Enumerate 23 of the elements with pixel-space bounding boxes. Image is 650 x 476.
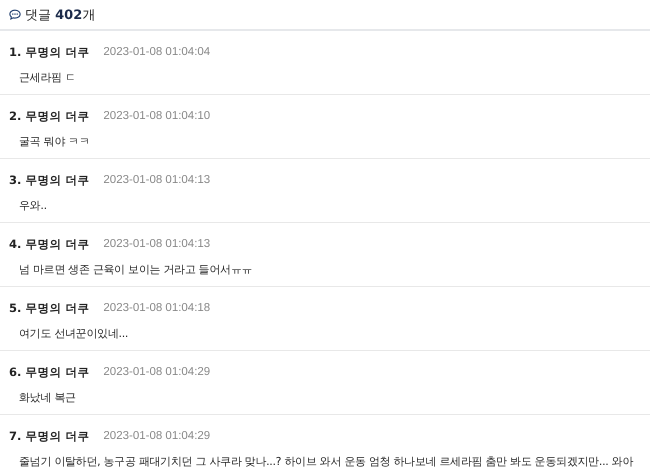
comment-time: 2023-01-08 01:04:29 [103, 366, 210, 378]
comment-author: 3. 무명의 더쿠 [9, 172, 90, 188]
comment-author: 2. 무명의 더쿠 [9, 108, 90, 124]
comment-time: 2023-01-08 01:04:10 [103, 110, 210, 122]
comment-time: 2023-01-08 01:04:29 [103, 430, 210, 442]
comment-text: 넘 마르면 생존 근육이 보이는 거라고 들어서ㅠㅠ [19, 263, 252, 276]
comment-time: 2023-01-08 01:04:13 [103, 174, 210, 186]
comment-author: 7. 무명의 더쿠 [9, 428, 90, 444]
comment-time: 2023-01-08 01:04:13 [103, 238, 210, 250]
comment-time: 2023-01-08 01:04:04 [103, 46, 210, 58]
comment-count: 댓글 402개 [25, 6, 96, 24]
comment-text: 화났네 복근 [19, 391, 76, 404]
comment-author: 1. 무명의 더쿠 [9, 44, 90, 60]
comment-text: 근세라핌 ㄷ [19, 71, 76, 84]
speech-bubble-icon [9, 8, 21, 20]
comment-text: 여기도 선녀꾼이있네... [19, 327, 128, 340]
comment-text: 줄넘기 이탈하던, 농구공 패대기치던 그 사쿠라 맞나...? 하이브 와서 운동 엄청 하나보네 르세라핌 춤만 봐도 운동되겠지만... 와아 [19, 455, 634, 468]
comment-author: 5. 무명의 더쿠 [9, 300, 90, 316]
comment-author: 4. 무명의 더쿠 [9, 236, 90, 252]
comment-author: 6. 무명의 더쿠 [9, 364, 90, 380]
comment-text: 굴곡 뭐야 ㅋㅋ [19, 135, 90, 148]
comment-time: 2023-01-08 01:04:18 [103, 302, 210, 314]
comment-text: 우와.. [19, 199, 47, 212]
